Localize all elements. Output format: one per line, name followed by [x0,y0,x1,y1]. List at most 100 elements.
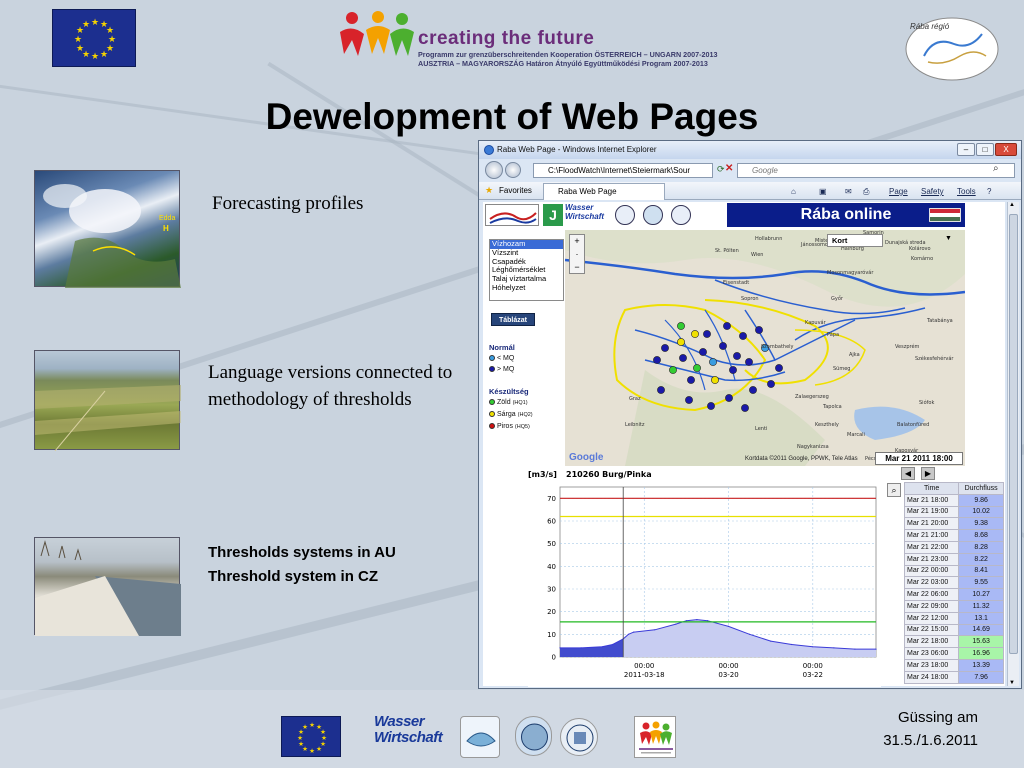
next-time-button[interactable]: ▶ [921,467,935,480]
river-map[interactable]: HollabrunnMistelbachHainburgSamorinDunaj… [565,230,965,466]
wasserwirtschaft-logo: Wasser Wirtschaft [565,203,605,221]
legend-dot-icon [489,366,495,373]
vertical-scrollbar[interactable]: ▲ ▼ [1007,202,1019,686]
table-cell-value: 8.28 [958,540,1004,554]
scroll-thumb[interactable] [1009,214,1018,654]
table-cell-value: 7.96 [958,670,1004,684]
map-place-label: Komárno [911,255,933,262]
safety-menu[interactable]: Safety [921,187,944,196]
chart-xtick-label: 03-22 [803,671,823,679]
legend-item: Zöld (HQ1) [489,397,533,409]
gauge-station-marker[interactable] [661,344,669,352]
scroll-up-icon[interactable]: ▲ [1009,202,1015,208]
chart-ytick-label: 10 [547,631,556,639]
close-button[interactable]: X [995,143,1017,156]
discharge-chart: [m3/s] 210260 Burg/Pinka 0 10 20 30 40 50 60 70 00… [528,467,881,687]
refresh-icon[interactable]: ⟳ [717,164,725,175]
gauge-station-marker[interactable] [725,394,733,402]
brand-subtitle-line2: AUSZTRIA – MAGYARORSZÁG Határon Átnyúló … [418,59,708,68]
forward-button[interactable] [505,162,521,178]
zoom-control[interactable]: + · − [569,234,585,274]
gauge-station-marker[interactable] [677,338,685,346]
stop-icon[interactable]: ✕ [725,163,733,174]
gauge-station-marker[interactable] [707,402,715,410]
map-place-label: Nagykanizsa [797,444,829,450]
table-cell-time: Mar 22 06:00 [903,588,960,601]
gauge-station-marker[interactable] [653,356,661,364]
slide-title: Dewelopment of Web Pages [265,96,759,137]
gauge-station-marker[interactable] [775,364,783,372]
gauge-station-marker[interactable] [739,332,747,340]
mail-icon[interactable]: ✉ [845,187,852,196]
map-place-label: Tatabánya [926,317,953,324]
gauge-station-marker[interactable] [687,376,695,384]
footer-date: 31.5./1.6.2011 [883,732,978,749]
gauge-station-marker[interactable] [677,322,685,330]
table-cell-time: Mar 21 19:00 [903,505,960,519]
footer-location-date: Güssing am 31.5./1.6.2011 [842,706,978,752]
tab-raba-web-page[interactable]: Raba Web Page [543,183,665,200]
gauge-station-marker[interactable] [693,364,701,372]
chevron-down-icon[interactable]: ▼ [945,235,952,242]
gauge-station-marker[interactable] [755,326,763,334]
gauge-station-marker[interactable] [745,358,753,366]
ie-icon [484,145,494,155]
maximize-button[interactable]: □ [976,143,994,156]
gauge-station-marker[interactable] [685,396,693,404]
gauge-station-marker[interactable] [709,358,717,366]
parameter-listbox[interactable]: Vízhozam Vízszint Csapadék Léghőmérséklet Ta… [489,239,564,301]
gauge-station-marker[interactable] [749,386,757,394]
gauge-station-marker[interactable] [723,322,731,330]
gauge-station-marker[interactable] [741,404,749,412]
parameter-option[interactable]: Hóhelyzet [490,283,563,293]
gauge-station-marker[interactable] [733,352,741,360]
back-button[interactable] [485,161,503,179]
chart-ytick-label: 60 [547,518,556,526]
search-icon[interactable]: ⌕ [993,163,999,174]
page-menu[interactable]: Page [889,187,908,196]
map-place-label: Pápa [827,331,839,338]
gauge-station-marker[interactable] [711,376,719,384]
table-row: Mar 22 03:00 9.55 [903,576,1004,590]
table-cell-value: 11.32 [958,599,1004,613]
table-cell-time: Mar 22 09:00 [903,599,960,613]
map-place-label: Sopron [741,296,759,302]
minimize-button[interactable]: – [957,143,975,156]
search-input[interactable]: Google [737,163,1015,178]
magnify-icon[interactable]: ⌕ [887,483,901,497]
table-button[interactable]: Táblázat [491,313,535,326]
legend-readiness: Készültség Zöld (HQ1) Sárga (HQ2) Piros … [489,386,533,433]
map-place-label: Ajka [849,352,860,358]
table-cell-time: Mar 23 06:00 [903,647,960,660]
caption-threshold-au: Thresholds systems in AU [208,544,396,561]
map-type-select[interactable]: Kort [827,234,883,247]
home-icon[interactable]: ⌂ [791,187,796,196]
prev-time-button[interactable]: ◀ [901,467,915,480]
print-icon[interactable]: ⎙ [863,187,869,197]
gauge-station-marker[interactable] [703,330,711,338]
gauge-station-marker[interactable] [679,354,687,362]
gauge-station-marker[interactable] [657,386,665,394]
scroll-down-icon[interactable]: ▼ [1009,680,1015,686]
gauge-station-marker[interactable] [691,330,699,338]
table-row: Mar 22 18:00 15.63 [903,635,1004,649]
favorites-button[interactable]: Favorites [499,186,532,195]
svg-text:★: ★ [76,44,84,54]
gauge-station-marker[interactable] [767,380,775,388]
legend-item: Piros (HQ5) [489,421,533,433]
feeds-icon[interactable]: ▣ [819,187,827,196]
google-logo: Google [569,452,604,463]
hungary-flag-icon[interactable] [929,208,961,222]
tools-menu[interactable]: Tools [957,187,976,196]
gauge-station-marker[interactable] [699,348,707,356]
gauge-station-marker[interactable] [719,342,727,350]
address-bar[interactable]: C:\FloodWatch\Internet\Steiermark\Sour [533,163,713,178]
svg-text:★: ★ [74,35,82,45]
raba-logo [485,204,539,226]
chart-data-point [854,648,856,650]
gauge-station-marker[interactable] [669,366,677,374]
gauge-station-marker[interactable] [729,366,737,374]
help-icon[interactable]: ? [987,187,991,196]
map-place-label: Wien [751,252,763,258]
map-place-label: Szombathely [761,344,794,350]
